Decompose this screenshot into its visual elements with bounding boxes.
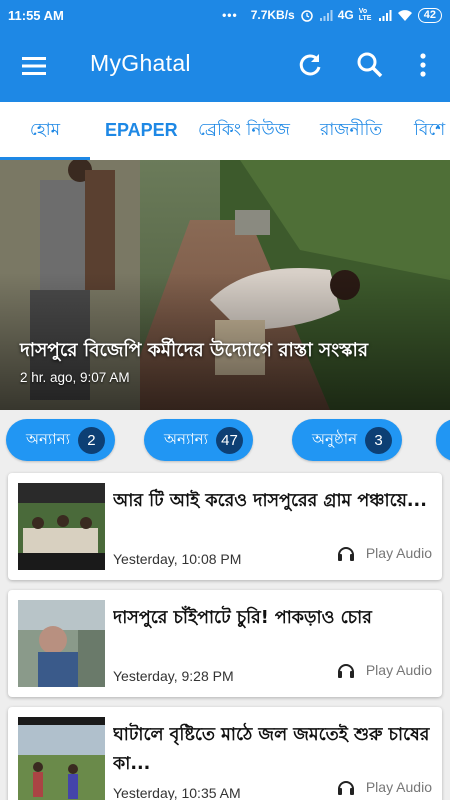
overflow-menu-icon[interactable]	[408, 50, 438, 80]
featured-timestamp: 2 hr. ago, 9:07 AM	[20, 370, 130, 385]
volte-badge: Vo LTE	[358, 8, 372, 22]
article-card[interactable]: দাসপুরে চাঁইপাটে চুরি! পাকড়াও চোর Yeste…	[8, 590, 442, 697]
article-card[interactable]: ঘাটালে বৃষ্টিতে মাঠে জল জমতেই শুরু চাষের…	[8, 707, 442, 800]
app-bar: MyGhatal	[0, 30, 450, 102]
status-bar: 11:55 AM ••• 7.7KB/s 4G Vo LTE 42	[0, 0, 450, 30]
app-title: MyGhatal	[90, 50, 191, 76]
more-notifications-icon: •••	[222, 8, 238, 22]
article-thumbnail	[18, 717, 105, 800]
chip-label: অন্যান্য	[164, 429, 208, 448]
chip-count: 2	[77, 426, 105, 454]
signal-icon-1	[319, 10, 333, 21]
play-audio-label: Play Audio	[365, 662, 432, 678]
chip-next[interactable]	[436, 419, 450, 461]
chip-count: 3	[365, 426, 393, 454]
chip-label: অন্যান্য	[26, 429, 70, 448]
tab-epaper[interactable]: EPAPER	[105, 102, 178, 160]
play-audio-label: Play Audio	[365, 779, 432, 795]
article-timestamp: Yesterday, 9:28 PM	[113, 668, 234, 684]
article-title: দাসপুরে চাঁইপাটে চুরি! পাকড়াও চোর	[113, 608, 372, 628]
article-title: ঘাটালে বৃষ্টিতে মাঠে জল জমতেই শুরু চাষের…	[113, 725, 430, 774]
refresh-icon[interactable]	[295, 50, 325, 80]
status-icons: ••• 7.7KB/s 4G Vo LTE 42	[222, 7, 442, 23]
search-icon[interactable]	[355, 50, 385, 80]
play-audio-label: Play Audio	[365, 545, 432, 561]
alarm-icon	[300, 10, 313, 22]
signal-icon-2	[378, 10, 392, 21]
article-thumbnail	[18, 600, 105, 687]
tab-breaking-news[interactable]: ব্রেকিং নিউজ	[198, 102, 290, 160]
headphones-icon	[337, 781, 354, 795]
article-title: আর টি আই করেও দাসপুরের গ্রাম পঞ্চায়ে...	[113, 491, 427, 511]
chip-others-2[interactable]: অন্যান্য 47	[144, 419, 253, 461]
chip-count: 47	[215, 426, 243, 454]
network-type: 4G	[337, 8, 354, 22]
battery-indicator: 42	[417, 7, 442, 23]
chip-label: অনুষ্ঠান	[312, 429, 358, 448]
status-time: 11:55 AM	[8, 7, 64, 23]
chip-events[interactable]: অনুষ্ঠান 3	[292, 419, 403, 461]
tab-politics[interactable]: রাজনীতি	[320, 102, 382, 160]
category-chips: অন্যান্য 2 অন্যান্য 47 অনুষ্ঠান 3	[0, 410, 450, 472]
category-tabs: হোম EPAPER ব্রেকিং নিউজ রাজনীতি বিশে	[0, 102, 450, 160]
play-audio-button[interactable]: Play Audio	[336, 777, 432, 797]
chip-others-1[interactable]: অন্যান্য 2	[6, 419, 115, 461]
wifi-icon	[397, 10, 412, 21]
tab-home[interactable]: হোম	[0, 102, 90, 160]
article-card[interactable]: আর টি আই করেও দাসপুরের গ্রাম পঞ্চায়ে...…	[8, 473, 442, 580]
headphones-icon	[337, 547, 354, 561]
network-speed: 7.7KB/s	[250, 8, 295, 22]
tab-special[interactable]: বিশে	[414, 102, 445, 160]
article-timestamp: Yesterday, 10:08 PM	[113, 551, 242, 567]
article-thumbnail	[18, 483, 105, 570]
play-audio-button[interactable]: Play Audio	[336, 543, 432, 563]
headphones-icon	[337, 664, 354, 678]
menu-icon[interactable]	[20, 52, 48, 80]
featured-headline[interactable]: দাসপুরে বিজেপি কর্মীদের উদ্যোগে রাস্তা স…	[20, 336, 440, 367]
play-audio-button[interactable]: Play Audio	[336, 660, 432, 680]
article-timestamp: Yesterday, 10:35 AM	[113, 785, 241, 800]
